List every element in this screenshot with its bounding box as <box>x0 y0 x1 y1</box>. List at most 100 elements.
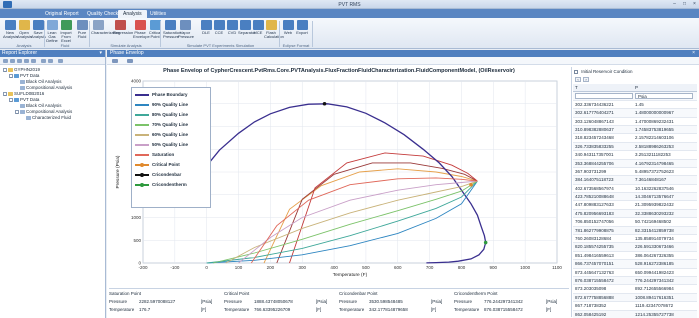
grid-column-header[interactable]: P <box>635 84 693 92</box>
explorer-tool-6-icon[interactable] <box>41 59 46 63</box>
regression-button[interactable]: Regression <box>113 20 133 42</box>
cce-button[interactable]: CCE <box>212 20 226 42</box>
excel-import-button[interactable]: Import From Excel <box>59 20 73 43</box>
table-row[interactable]: 447.809883127633 21.3095939822432 <box>573 201 697 210</box>
minimize-button[interactable]: – <box>670 1 679 8</box>
point-name: Cricondentherm Point <box>454 291 498 296</box>
tree-node-label: GYPHN2019 <box>14 67 41 72</box>
explorer-tool-4-icon[interactable] <box>24 59 29 63</box>
phase-envelope-button[interactable]: Phase Envelope <box>133 20 150 42</box>
table-row[interactable]: 310.898382880637 1.74583753819655 <box>573 125 697 135</box>
collapse-icon[interactable]: - <box>3 67 7 72</box>
table-row[interactable]: 820.185574255735 226.591330673466 <box>573 243 697 252</box>
tab-utilities[interactable]: Utilities <box>145 10 171 18</box>
table-row[interactable]: 384.164075118723 7.36146848167 <box>573 176 697 185</box>
table-row[interactable]: 760.26083128684 135.858914079734 <box>573 235 697 244</box>
explorer-tool-1-icon[interactable] <box>3 59 8 63</box>
document-tab[interactable]: Phase Envelop × <box>107 50 699 57</box>
initial-condition-label: Initial Reservoir Condition <box>581 69 633 74</box>
table-row[interactable]: 851.498416559613 386.064267326355 <box>573 252 697 261</box>
pure-fluid-button[interactable]: Pure Fluid <box>75 20 89 42</box>
table-row[interactable]: 706.850152747056 50.742169468502 <box>573 218 697 227</box>
characterization-button[interactable]: Characterization <box>91 20 120 42</box>
x-tick-label: 300 <box>298 265 306 270</box>
unit-select[interactable]: Psia <box>635 93 693 100</box>
open-folder-button[interactable]: Open Analysis <box>17 20 32 42</box>
legend-item-saturation: Saturation <box>132 150 210 160</box>
table-row[interactable]: 302.336734436221 1.45 <box>573 101 697 110</box>
close-document-icon[interactable]: × <box>692 50 695 57</box>
point-summary-block: Critical Point Pressure 1888.43748050678 [P… <box>224 290 338 314</box>
legend-marker <box>140 183 144 187</box>
dle-button[interactable]: DLE <box>199 20 213 42</box>
define-icon <box>46 20 58 30</box>
grid-column-header[interactable]: T <box>575 84 633 92</box>
unit-select[interactable] <box>575 93 633 100</box>
table-row[interactable]: 867.718738352 1119.42347078672 <box>573 302 697 311</box>
flash-button[interactable]: Flash Calculation <box>264 20 284 42</box>
tab-quality-check[interactable]: Quality Check <box>82 10 123 18</box>
table-row[interactable]: 302.617776404271 1.48000000000967 <box>573 109 697 118</box>
legend-swatch <box>135 134 149 136</box>
print-icon[interactable] <box>112 59 118 63</box>
mce-button[interactable]: MCE <box>251 20 265 42</box>
separator-button[interactable]: Separator <box>238 20 256 42</box>
vapor-pressure-button[interactable]: Vapor Pressure <box>178 20 194 42</box>
next-page-icon[interactable]: › <box>583 77 589 82</box>
table-row[interactable]: 326.733835833255 2.58188986263253 <box>573 142 697 152</box>
table-row[interactable]: 423.785210088648 14.3046713576647 <box>573 193 697 202</box>
table-cell: 353.368844255706 <box>575 160 614 166</box>
tree-node[interactable]: Characterized Fluid <box>0 115 105 121</box>
legend-swatch <box>135 104 149 106</box>
collapse-icon[interactable]: - <box>9 73 13 78</box>
table-row[interactable]: 866.737457070151 528.916272386185 <box>573 260 697 269</box>
ribbon-button-label: Separator <box>238 30 256 35</box>
doc-icon <box>20 109 25 114</box>
table-row[interactable]: 303.126048867143 1.47000869232431 <box>573 118 697 126</box>
save-button[interactable]: Save Analysis <box>31 20 46 42</box>
point-field-value: 2282.5970088127 <box>139 299 176 304</box>
table-row[interactable]: 353.368844255706 4.16792314798465 <box>573 159 697 168</box>
explorer-tool-2-icon[interactable] <box>10 59 15 63</box>
table-row[interactable]: 402.673568567974 10.1632262837546 <box>573 185 697 194</box>
explorer-tool-8-icon[interactable] <box>58 59 63 63</box>
tab-original-report[interactable]: Original Report <box>40 10 84 18</box>
table-row[interactable]: 873.203035098 892.712655566984 <box>573 285 697 294</box>
table-row[interactable]: 876.038715558472 776.244297341342 <box>573 276 697 286</box>
initial-condition-checkbox[interactable] <box>574 69 578 74</box>
table-row[interactable]: 367.903731299 5.48957372752623 <box>573 168 697 177</box>
explorer-tool-5-icon[interactable] <box>31 59 36 63</box>
initial-condition-row[interactable]: Initial Reservoir Condition <box>572 67 697 76</box>
web-button[interactable]: Web <box>281 20 295 42</box>
table-row[interactable]: 318.823457243468 2.15782214603106 <box>573 134 697 143</box>
explorer-tool-3-icon[interactable] <box>17 59 22 63</box>
maximize-button[interactable]: □ <box>680 1 689 8</box>
pin-icon[interactable]: ▾ <box>99 50 102 57</box>
collapse-icon[interactable]: - <box>3 91 7 96</box>
close-button[interactable]: × <box>690 1 699 8</box>
leaf-icon <box>15 80 19 84</box>
point-summary-block: Saturation Point Pressure 2282.5970088127 [… <box>109 290 223 314</box>
define-button[interactable]: Lean Gas Define <box>45 20 59 43</box>
table-cell: 706.850152747056 <box>575 219 614 225</box>
point-field-value: 342.177814879658 <box>369 307 408 312</box>
table-row[interactable]: 862.058425192 1214.25355727738 <box>573 310 697 318</box>
new-analysis-button[interactable]: New Analysis <box>3 20 18 42</box>
table-row[interactable]: 873.445647132763 650.099441982423 <box>573 269 697 277</box>
doc-icon <box>20 85 25 90</box>
saturation-button[interactable]: Saturation Pressure <box>163 20 181 42</box>
cvd-button[interactable]: CVD <box>225 20 239 42</box>
collapse-icon[interactable]: - <box>15 109 19 114</box>
point-field-label: Temperature <box>454 307 480 312</box>
zoom-icon[interactable] <box>127 59 133 63</box>
table-row[interactable]: 872.677758856888 1008.89417616351 <box>573 293 697 303</box>
export-button[interactable]: Export <box>295 20 309 42</box>
explorer-tool-7-icon[interactable] <box>48 59 53 63</box>
table-row[interactable]: 340.943117357001 3.2513211182253 <box>573 151 697 160</box>
first-page-icon[interactable]: ‹ <box>575 77 581 82</box>
collapse-icon[interactable]: - <box>9 97 13 102</box>
tab-analysis[interactable]: Analysis <box>118 10 147 18</box>
vapor-pressure-icon <box>179 20 191 30</box>
table-row[interactable]: 781.862779908875 82.3315412859738 <box>573 226 697 236</box>
table-row[interactable]: 475.820956693183 32.3388630293232 <box>573 209 697 219</box>
